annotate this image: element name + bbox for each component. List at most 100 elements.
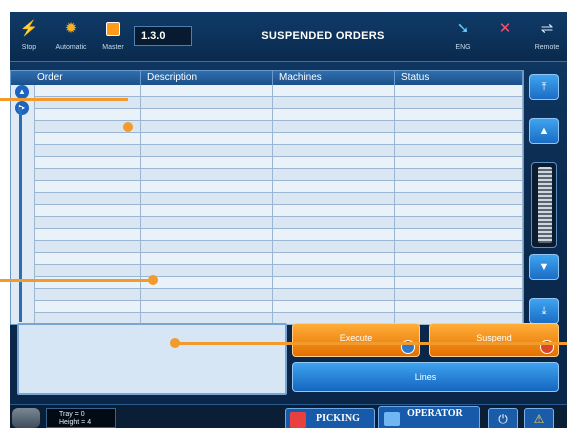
table-cell (395, 229, 523, 241)
table-cell (273, 145, 395, 157)
menu-round-button[interactable] (12, 408, 40, 428)
table-cell (395, 277, 523, 289)
execute-button[interactable]: Execute (292, 323, 420, 357)
table-cell (395, 181, 523, 193)
table-row[interactable] (35, 169, 523, 181)
scroll-down-button[interactable]: ▼ (529, 254, 559, 280)
table-cell (35, 193, 141, 205)
column-header-order[interactable]: Order (11, 71, 141, 85)
column-header-description[interactable]: Description (141, 71, 273, 85)
operator-label: OPERATOR (407, 408, 463, 419)
table-cell (395, 265, 523, 277)
automatic-button[interactable]: ✹ Automatic (50, 14, 92, 60)
remote-label: Remote (534, 44, 560, 51)
table-row[interactable] (35, 85, 523, 97)
scroll-up-button[interactable]: ▲ (529, 118, 559, 144)
picking-button[interactable]: PICKING (285, 408, 375, 428)
table-cell (141, 217, 273, 229)
table-row[interactable] (35, 145, 523, 157)
table-cell (35, 217, 141, 229)
lines-label: Lines (414, 372, 437, 382)
table-row[interactable] (35, 253, 523, 265)
table-cell (35, 241, 141, 253)
app-screen: ⚡ Stop ✹ Automatic Master 1.3.0 SUSPENDE… (10, 12, 567, 428)
table-cell (141, 277, 273, 289)
table-cell (141, 157, 273, 169)
row-selector-icon[interactable]: ▲ (15, 85, 29, 99)
table-cell (141, 109, 273, 121)
table-row[interactable] (35, 217, 523, 229)
table-cell (273, 229, 395, 241)
table-cell (273, 133, 395, 145)
table-body (35, 85, 523, 325)
callout-dot (170, 338, 180, 348)
table-cell (141, 145, 273, 157)
table-row[interactable] (35, 181, 523, 193)
table-cell (141, 241, 273, 253)
table-cell (395, 289, 523, 301)
table-cell (273, 181, 395, 193)
table-cell (395, 145, 523, 157)
table-cell (35, 253, 141, 265)
table-cell (395, 193, 523, 205)
tray-info: Tray = 0 Height = 4 (46, 408, 116, 428)
play-icon[interactable]: ▶ (15, 101, 29, 115)
scroll-slider[interactable] (531, 162, 557, 248)
table-row[interactable] (35, 301, 523, 313)
table-cell (395, 109, 523, 121)
table-cell (273, 193, 395, 205)
table-row[interactable] (35, 157, 523, 169)
table-row[interactable] (35, 265, 523, 277)
table-row[interactable] (35, 109, 523, 121)
column-header-status[interactable]: Status (395, 71, 523, 85)
language-label: ENG (455, 44, 471, 51)
stop-button[interactable]: ⚡ Stop (12, 14, 46, 60)
cancel-remote-button[interactable]: ✕ (488, 14, 522, 60)
scroll-bottom-button[interactable]: ⤓ (529, 298, 559, 324)
close-icon: ✕ (498, 20, 512, 37)
table-cell (273, 205, 395, 217)
table-cell (35, 229, 141, 241)
table-cell (273, 157, 395, 169)
table-row[interactable] (35, 205, 523, 217)
scroll-thumb[interactable] (538, 167, 552, 243)
table-cell (395, 157, 523, 169)
table-cell (35, 301, 141, 313)
table-cell (395, 241, 523, 253)
table-cell (395, 217, 523, 229)
table-row[interactable] (35, 121, 523, 133)
suspend-button[interactable]: Suspend (429, 323, 559, 357)
picking-icon (290, 412, 306, 428)
table-cell (395, 301, 523, 313)
table-cell (141, 169, 273, 181)
scroll-top-button[interactable]: ⤒ (529, 74, 559, 100)
column-header-machines[interactable]: Machines (273, 71, 395, 85)
table-row[interactable] (35, 289, 523, 301)
table-cell (141, 85, 273, 97)
table-row[interactable] (35, 229, 523, 241)
warning-button[interactable]: ⚠ (524, 408, 554, 428)
stop-label: Stop (21, 44, 37, 51)
remote-button[interactable]: ⇌ Remote (528, 14, 566, 60)
table-row[interactable] (35, 193, 523, 205)
language-button[interactable]: ➘ ENG (446, 14, 480, 60)
lines-button[interactable]: Lines (292, 362, 559, 392)
master-button[interactable]: Master (96, 14, 130, 60)
table-cell (35, 169, 141, 181)
table-cell (395, 253, 523, 265)
operator-button[interactable]: OPERATOR (378, 406, 480, 428)
table-cell (35, 289, 141, 301)
remote-icon: ⇌ (540, 20, 554, 37)
table-row[interactable] (35, 133, 523, 145)
table-row[interactable] (35, 241, 523, 253)
details-panel (17, 323, 287, 395)
table-cell (35, 109, 141, 121)
callout-dot (123, 122, 133, 132)
table-cell (395, 97, 523, 109)
selection-rail (19, 107, 22, 322)
logout-button[interactable]: ⏻ (488, 408, 518, 428)
language-icon: ➘ (456, 20, 470, 37)
table-cell (141, 265, 273, 277)
table-cell (35, 205, 141, 217)
table-cell (141, 97, 273, 109)
